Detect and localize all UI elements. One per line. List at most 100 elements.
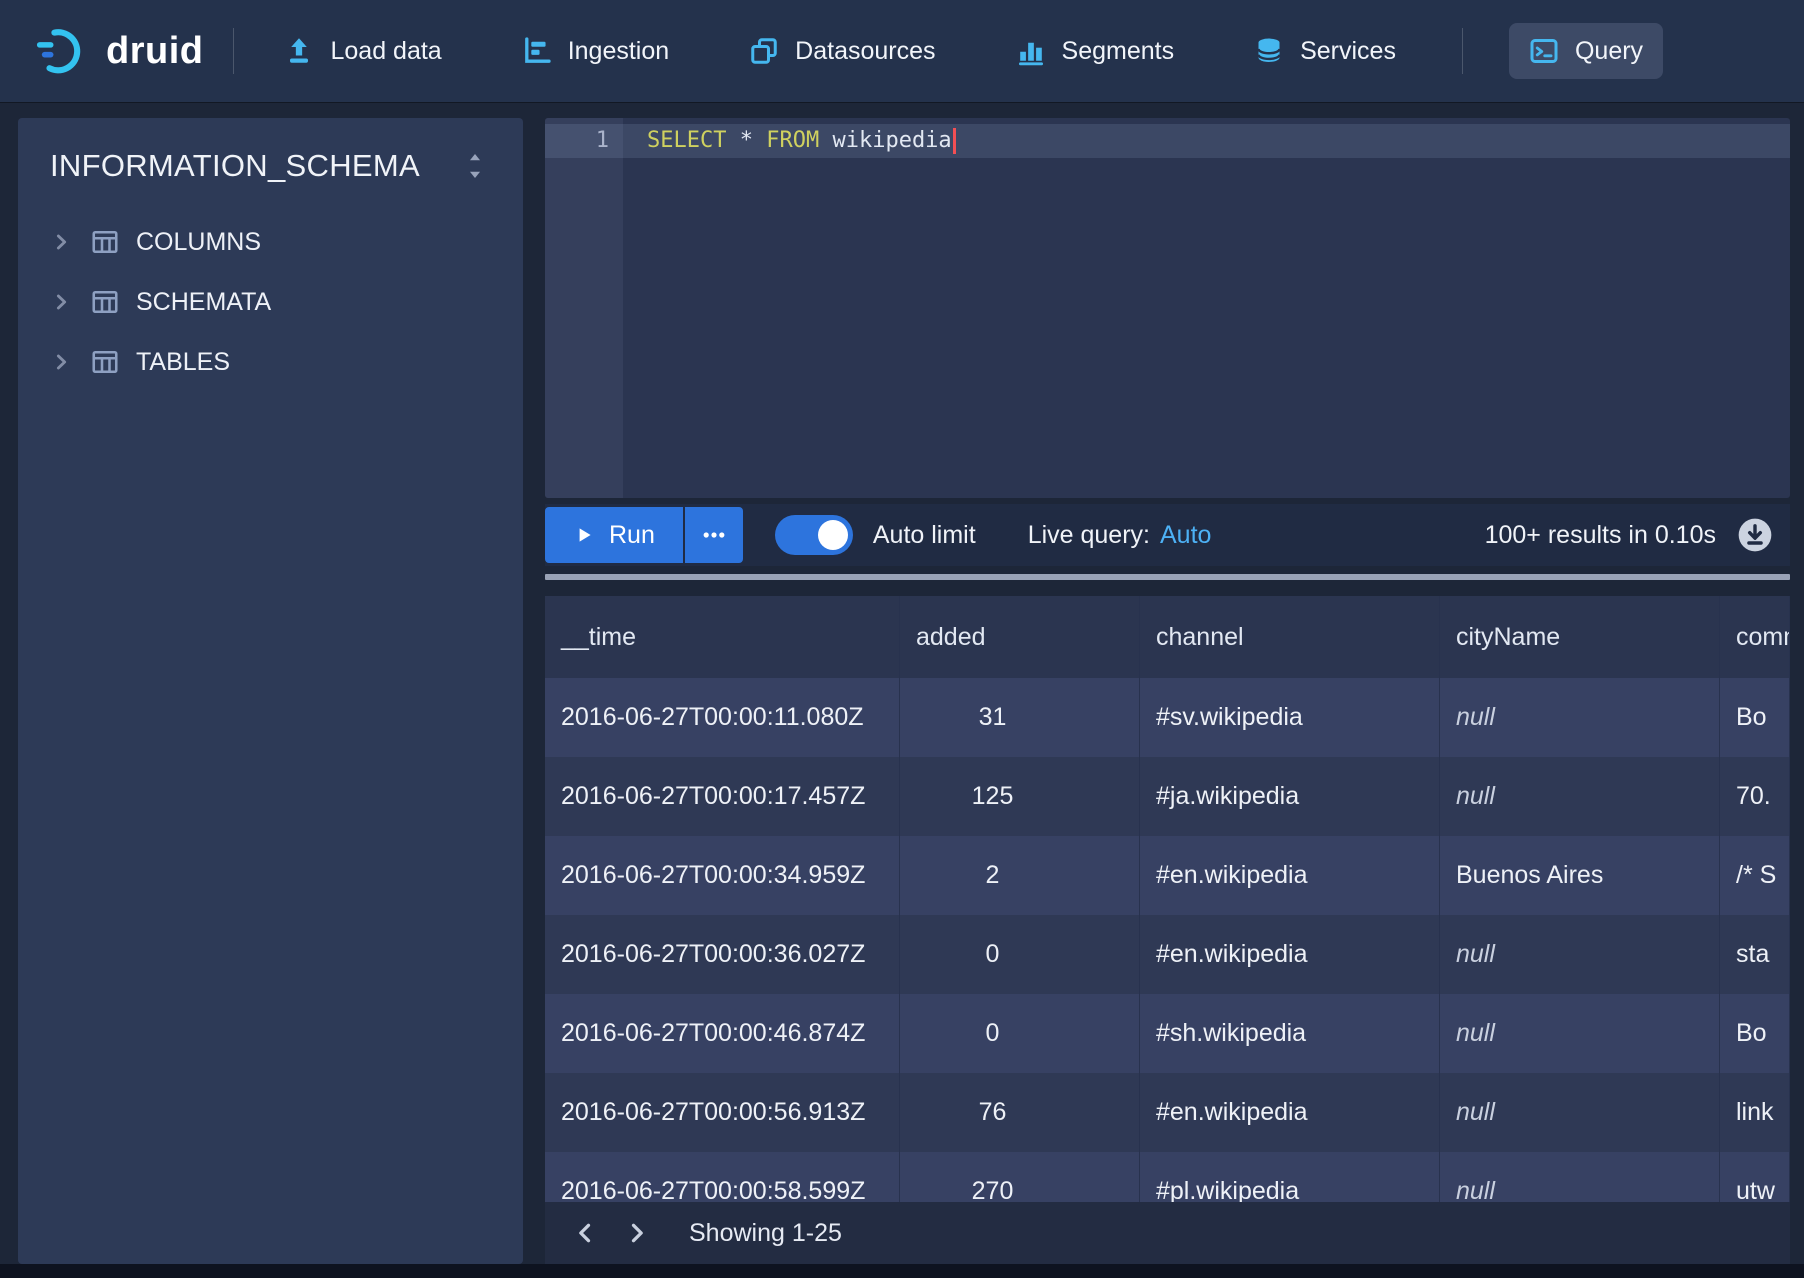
cell-channel[interactable]: #ja.wikipedia xyxy=(1140,757,1440,836)
navbar-divider xyxy=(233,28,234,74)
tree-item-label: SCHEMATA xyxy=(136,288,271,317)
next-page-button[interactable] xyxy=(611,1207,663,1259)
tree-item-label: COLUMNS xyxy=(136,228,261,257)
more-dots-icon xyxy=(701,522,727,548)
cell-time[interactable]: 2016-06-27T00:00:17.457Z xyxy=(545,757,900,836)
cell-comment[interactable]: link xyxy=(1720,1073,1790,1152)
cell-added[interactable]: 2 xyxy=(900,836,1140,915)
text-cursor xyxy=(953,128,956,154)
table-row: 2016-06-27T00:00:11.080Z 31 #sv.wikipedi… xyxy=(545,678,1790,757)
cell-added[interactable]: 31 xyxy=(900,678,1140,757)
services-icon xyxy=(1254,36,1284,66)
cell-comment[interactable]: Bo xyxy=(1720,678,1790,757)
upload-icon xyxy=(284,36,314,66)
nav-item-label: Query xyxy=(1575,37,1643,66)
cell-added[interactable]: 125 xyxy=(900,757,1140,836)
run-button-group: Run xyxy=(545,507,743,563)
sql-star: * xyxy=(740,128,753,153)
chevron-right-icon xyxy=(50,290,74,314)
download-icon[interactable] xyxy=(1736,516,1774,554)
cell-added[interactable]: 0 xyxy=(900,915,1140,994)
cell-time[interactable]: 2016-06-27T00:00:56.913Z xyxy=(545,1073,900,1152)
column-header-added[interactable]: added xyxy=(900,596,1140,678)
cell-cityname[interactable]: null xyxy=(1440,994,1720,1073)
cell-time[interactable]: 2016-06-27T00:00:34.959Z xyxy=(545,836,900,915)
run-button-label: Run xyxy=(609,521,655,550)
showing-range-label: Showing 1-25 xyxy=(689,1219,842,1248)
nav-item-datasources[interactable]: Datasources xyxy=(729,23,955,79)
cell-added[interactable]: 0 xyxy=(900,994,1140,1073)
top-navbar: druid Load data Ingestion xyxy=(0,0,1804,102)
sql-editor: 1 SELECT * FROM wikipedia xyxy=(545,118,1790,498)
cell-channel[interactable]: #sv.wikipedia xyxy=(1140,678,1440,757)
sidebar-item-schemata[interactable]: SCHEMATA xyxy=(42,272,499,332)
cell-comment[interactable]: sta xyxy=(1720,915,1790,994)
nav-item-ingestion[interactable]: Ingestion xyxy=(502,23,689,79)
cell-channel[interactable]: #en.wikipedia xyxy=(1140,836,1440,915)
cell-comment[interactable]: /* S xyxy=(1720,836,1790,915)
nav-item-segments[interactable]: Segments xyxy=(996,23,1195,79)
column-header-cityname[interactable]: cityName xyxy=(1440,596,1720,678)
table-row: 2016-06-27T00:00:46.874Z 0 #sh.wikipedia… xyxy=(545,994,1790,1073)
cell-cityname[interactable]: null xyxy=(1440,1073,1720,1152)
cell-channel[interactable]: #sh.wikipedia xyxy=(1140,994,1440,1073)
resize-handle[interactable] xyxy=(545,574,1790,580)
nav-item-load-data[interactable]: Load data xyxy=(264,23,461,79)
nav-item-label: Services xyxy=(1300,37,1396,66)
live-query-value[interactable]: Auto xyxy=(1160,521,1211,550)
sidebar-item-columns[interactable]: COLUMNS xyxy=(42,212,499,272)
cell-added[interactable]: 270 xyxy=(900,1152,1140,1202)
schema-selector[interactable]: INFORMATION_SCHEMA xyxy=(42,142,499,212)
column-header-channel[interactable]: channel xyxy=(1140,596,1440,678)
table-row: 2016-06-27T00:00:34.959Z 2 #en.wikipedia… xyxy=(545,836,1790,915)
cell-cityname[interactable]: null xyxy=(1440,915,1720,994)
line-number: 1 xyxy=(596,128,609,153)
navbar-items: Load data Ingestion Datasources xyxy=(264,23,1663,79)
segments-icon xyxy=(1016,36,1046,66)
cell-time[interactable]: 2016-06-27T00:00:36.027Z xyxy=(545,915,900,994)
live-query-label: Live query: xyxy=(1028,521,1150,550)
results-table: __time added channel cityName comment 20… xyxy=(545,596,1790,1202)
cell-time[interactable]: 2016-06-27T00:00:58.599Z xyxy=(545,1152,900,1202)
column-header-time[interactable]: __time xyxy=(545,596,900,678)
cell-time[interactable]: 2016-06-27T00:00:11.080Z xyxy=(545,678,900,757)
toggle-knob xyxy=(818,520,848,550)
brand-name: druid xyxy=(106,30,203,73)
cell-comment[interactable]: utw xyxy=(1720,1152,1790,1202)
auto-limit-label: Auto limit xyxy=(873,521,976,550)
sidebar-item-tables[interactable]: TABLES xyxy=(42,332,499,392)
nav-item-services[interactable]: Services xyxy=(1234,23,1416,79)
cell-comment[interactable]: Bo xyxy=(1720,994,1790,1073)
chevron-right-icon xyxy=(50,350,74,374)
druid-logo-icon xyxy=(36,24,90,78)
cell-added[interactable]: 76 xyxy=(900,1073,1140,1152)
cell-channel[interactable]: #en.wikipedia xyxy=(1140,915,1440,994)
druid-brand-link[interactable]: druid xyxy=(36,24,203,78)
run-button[interactable]: Run xyxy=(545,507,683,563)
cell-comment[interactable]: 70. xyxy=(1720,757,1790,836)
results-header-row: __time added channel cityName comment xyxy=(545,596,1790,678)
chevron-right-icon xyxy=(50,230,74,254)
nav-item-label: Ingestion xyxy=(568,37,669,66)
table-row: 2016-06-27T00:00:17.457Z 125 #ja.wikiped… xyxy=(545,757,1790,836)
tree-item-label: TABLES xyxy=(136,348,230,377)
cell-cityname[interactable]: null xyxy=(1440,757,1720,836)
sql-identifier: wikipedia xyxy=(832,128,951,153)
run-more-button[interactable] xyxy=(685,507,743,563)
schema-sidebar: INFORMATION_SCHEMA COLUMNS xyxy=(18,118,523,1264)
datasources-icon xyxy=(749,36,779,66)
sql-input[interactable]: SELECT * FROM wikipedia xyxy=(623,118,1790,498)
table-grid-icon xyxy=(90,287,120,317)
cell-channel[interactable]: #pl.wikipedia xyxy=(1140,1152,1440,1202)
cell-channel[interactable]: #en.wikipedia xyxy=(1140,1073,1440,1152)
cell-cityname[interactable]: Buenos Aires xyxy=(1440,836,1720,915)
column-header-comment[interactable]: comment xyxy=(1720,596,1790,678)
ingestion-icon xyxy=(522,36,552,66)
cell-cityname[interactable]: null xyxy=(1440,678,1720,757)
cell-time[interactable]: 2016-06-27T00:00:46.874Z xyxy=(545,994,900,1073)
prev-page-button[interactable] xyxy=(559,1207,611,1259)
auto-limit-toggle[interactable] xyxy=(775,515,853,555)
results-summary: 100+ results in 0.10s xyxy=(1485,521,1716,550)
cell-cityname[interactable]: null xyxy=(1440,1152,1720,1202)
nav-item-query[interactable]: Query xyxy=(1509,23,1663,79)
